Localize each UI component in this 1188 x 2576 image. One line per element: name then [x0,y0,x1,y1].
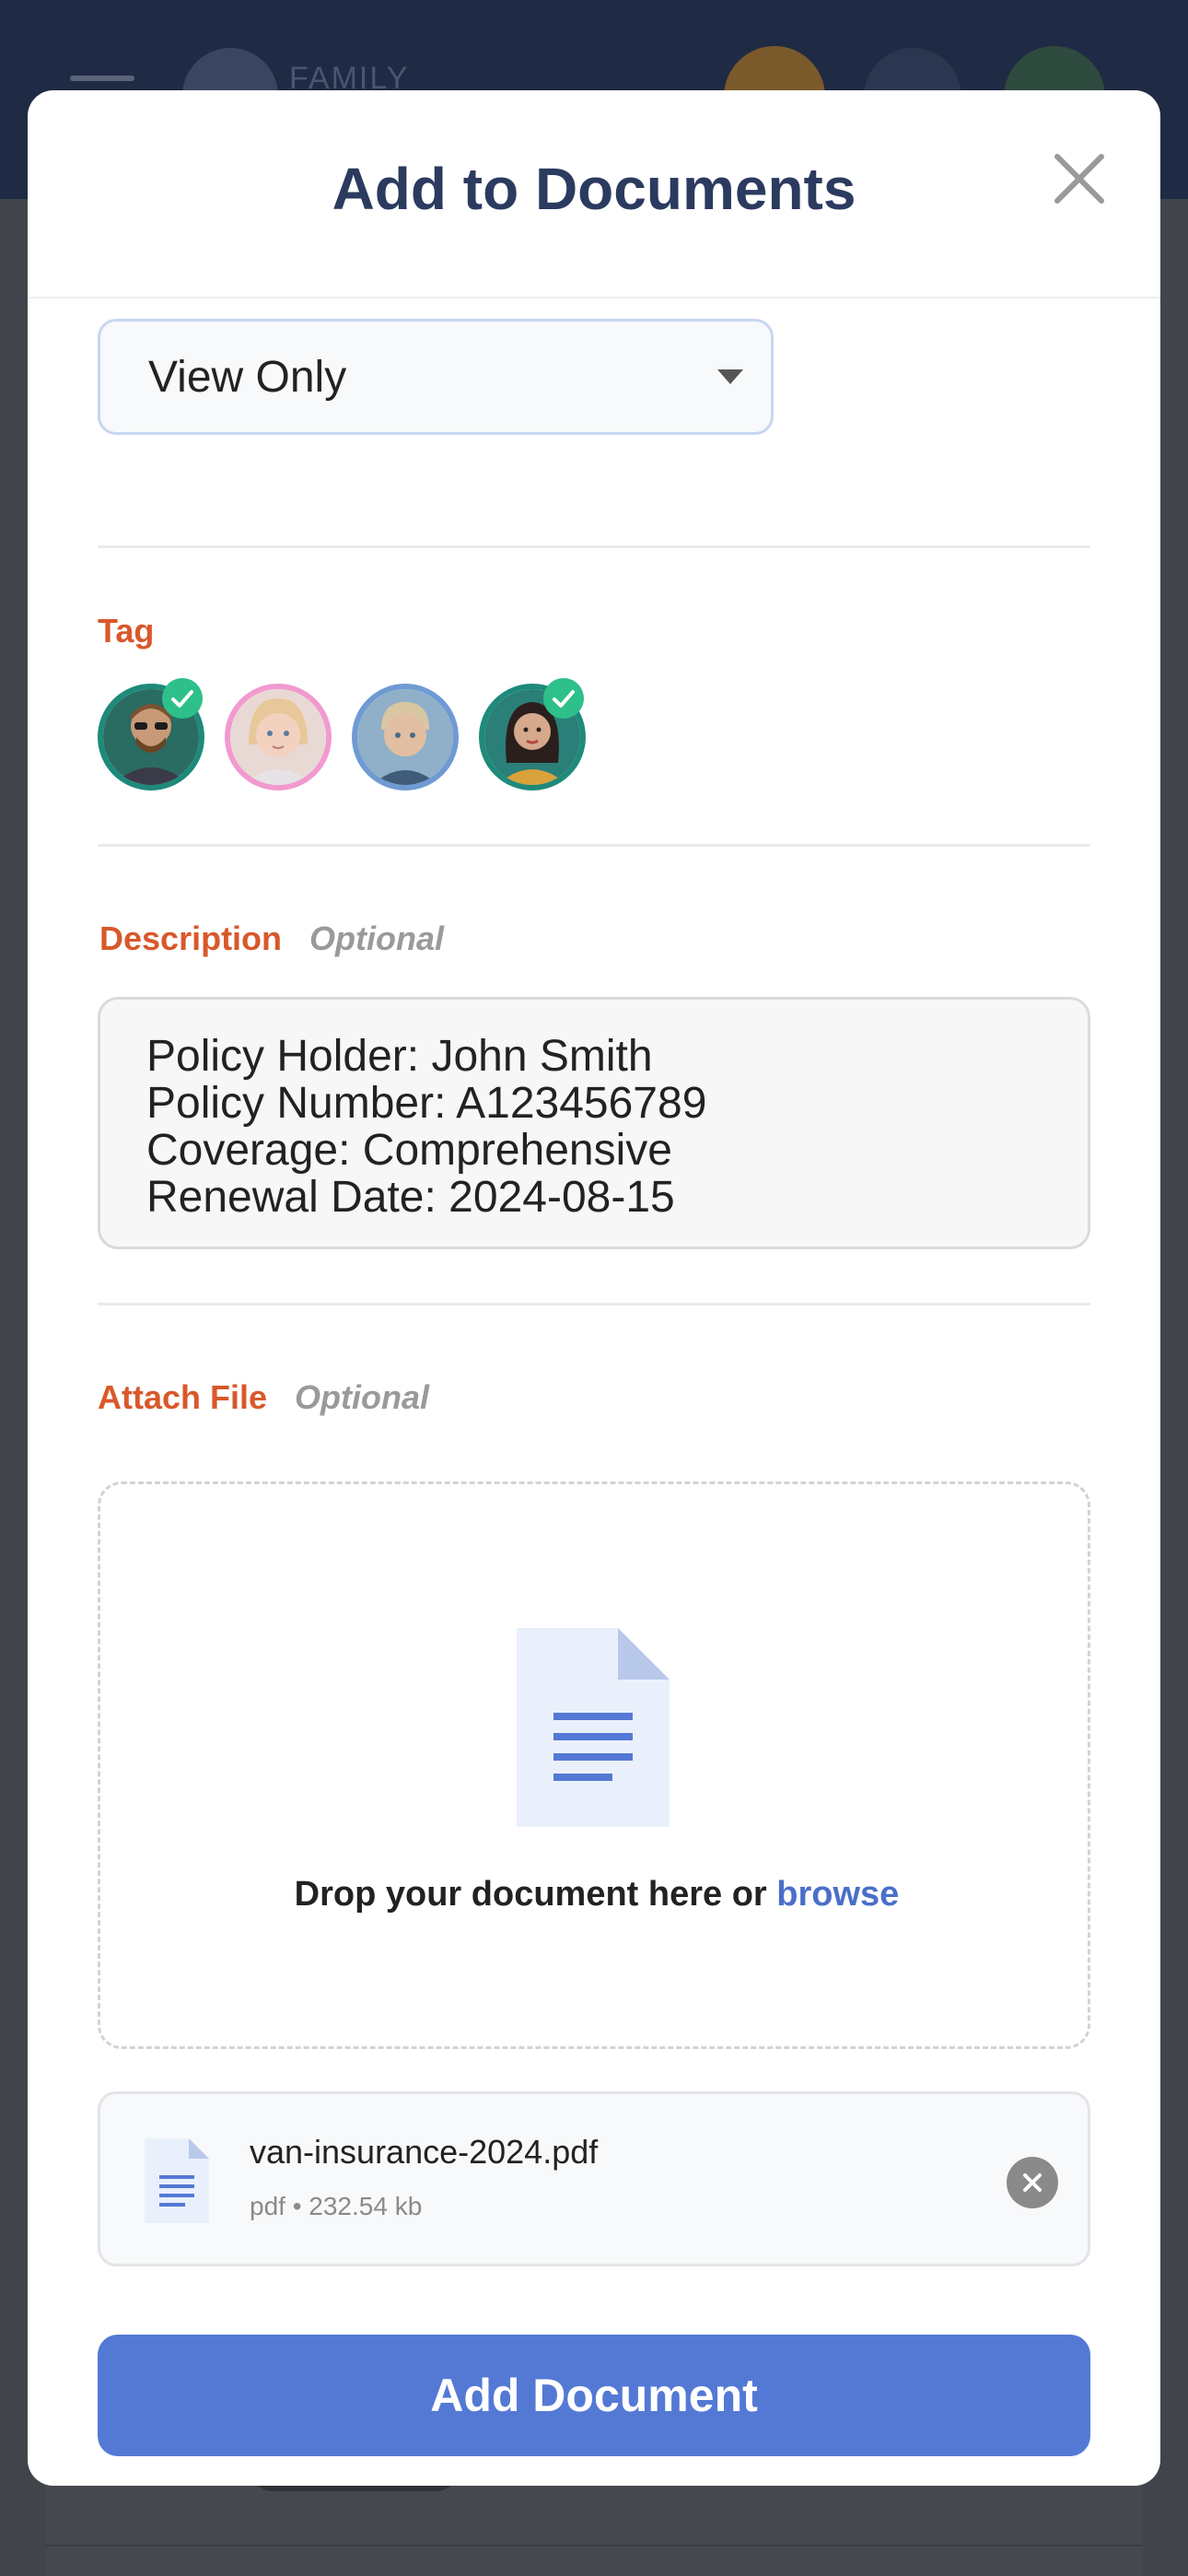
add-document-button[interactable]: Add Document [98,2335,1090,2456]
tag-member-4[interactable] [479,678,586,790]
dropzone-prompt: Drop your document here or [294,1875,777,1914]
description-label: Description [99,919,283,957]
add-document-modal: Add to Documents View Only Tag Descripti… [28,90,1160,2486]
tag-member-1[interactable] [98,678,204,790]
dropzone-text: Drop your document here or browse [100,1875,1093,1914]
background-divider [46,2545,1142,2547]
modal-header: Add to Documents [28,90,1160,299]
tag-member-3[interactable] [352,684,459,790]
remove-file-icon[interactable] [1007,2157,1058,2208]
divider [98,545,1090,548]
browse-link[interactable]: browse [776,1875,899,1914]
divider [98,844,1090,847]
permission-select-value: View Only [148,353,347,402]
file-name: van-insurance-2024.pdf [250,2133,599,2171]
close-icon[interactable] [1042,142,1116,216]
description-line: Coverage: Comprehensive [146,1126,672,1175]
person-avatar [357,689,453,785]
description-optional-hint: Optional [309,919,444,957]
tag-label: Tag [98,612,155,650]
permission-select[interactable]: View Only [98,319,774,435]
description-textarea[interactable]: Policy Holder: John Smith Policy Number:… [98,997,1090,1249]
file-meta: pdf • 232.54 kb [250,2192,423,2220]
tag-member-2[interactable] [225,684,332,790]
person-avatar [230,689,326,785]
file-icon [145,2138,209,2223]
attach-file-label: Attach File [98,1378,268,1416]
document-icon [517,1628,670,1827]
description-line: Renewal Date: 2024-08-15 [146,1173,675,1222]
description-line: Policy Number: A123456789 [146,1079,707,1128]
divider [98,1303,1090,1306]
check-icon [162,678,203,719]
description-line: Policy Holder: John Smith [146,1032,653,1081]
caret-down-icon [717,369,743,384]
modal-title: Add to Documents [332,156,856,222]
check-icon [543,678,584,719]
attach-file-optional-hint: Optional [295,1378,429,1416]
file-dropzone[interactable]: Drop your document here or browse [98,1481,1090,2049]
attached-file: van-insurance-2024.pdf pdf • 232.54 kb [98,2091,1090,2266]
